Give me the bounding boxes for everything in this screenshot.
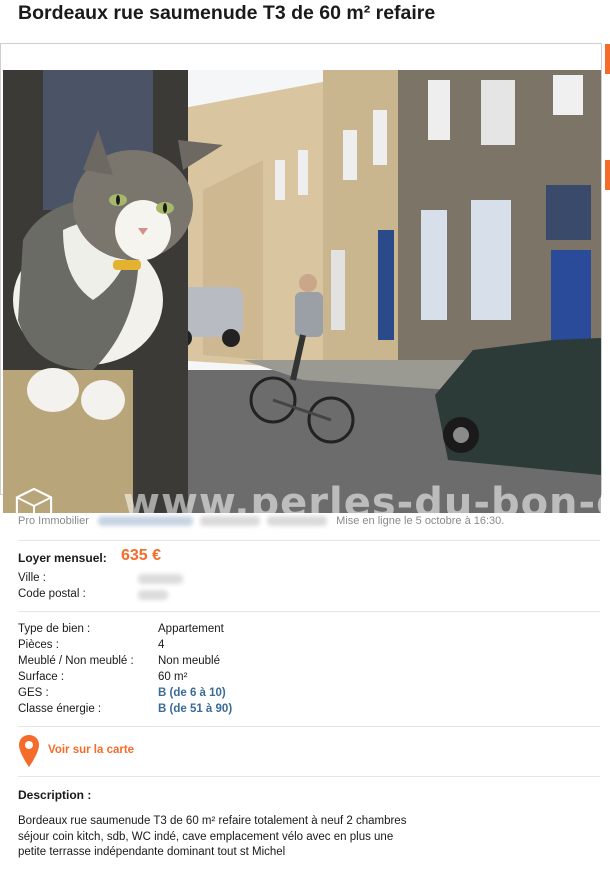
- ad-title: Bordeaux rue saumenude T3 de 60 m² refai…: [18, 2, 436, 24]
- city-redacted: [138, 574, 183, 584]
- map-pin-icon[interactable]: [18, 734, 40, 768]
- seller-type: Pro Immobilier: [18, 515, 89, 527]
- detail-label: GES :: [18, 687, 49, 699]
- seller-phone-redacted: [267, 516, 328, 527]
- price-value: 635 €: [121, 547, 162, 564]
- lbc-cube-logo-icon: [15, 487, 53, 513]
- divider: [18, 726, 600, 727]
- side-tab-accent-top: [605, 44, 610, 74]
- street-scene-image: [3, 70, 601, 513]
- detail-row: Type de bien : Appartement: [18, 623, 224, 635]
- view-map-link[interactable]: Voir sur la carte: [48, 744, 134, 756]
- divider: [18, 611, 600, 612]
- detail-row: GES : B (de 6 à 10): [18, 687, 226, 699]
- detail-label: Meublé / Non meublé :: [18, 655, 134, 667]
- detail-row: Pièces : 4: [18, 639, 164, 651]
- detail-value: 60 m²: [158, 671, 188, 683]
- detail-label: Type de bien :: [18, 623, 91, 635]
- posted-date: Mise en ligne le 5 octobre à 16:30.: [336, 515, 505, 527]
- detail-label: Classe énergie :: [18, 703, 102, 715]
- listing-meta: Pro Immobilier Mise en ligne le 5 octobr…: [18, 515, 504, 527]
- postal-code-redacted: [138, 590, 168, 600]
- listing-photo[interactable]: www.perles-du-bon-coin.fr: [3, 70, 601, 513]
- postal-code-label: Code postal :: [18, 588, 86, 600]
- detail-row: Meublé / Non meublé : Non meublé: [18, 655, 220, 667]
- description-title: Description :: [18, 788, 92, 802]
- divider: [18, 540, 600, 541]
- detail-row: Classe énergie : B (de 51 à 90): [18, 703, 232, 715]
- detail-value: Non meublé: [158, 655, 221, 667]
- detail-label: Pièces :: [18, 639, 59, 651]
- postal-code-row: Code postal :: [18, 588, 168, 600]
- city-label: Ville :: [18, 572, 46, 584]
- detail-label: Surface :: [18, 671, 65, 683]
- divider: [18, 776, 600, 777]
- detail-row: Surface : 60 m²: [18, 671, 187, 683]
- price-label: Loyer mensuel:: [18, 551, 107, 565]
- detail-value: Appartement: [158, 623, 224, 635]
- side-tab-accent-bottom: [605, 160, 610, 190]
- photo-frame: www.perles-du-bon-coin.fr: [0, 43, 602, 513]
- seller-info-redacted: [200, 516, 261, 527]
- energy-class-link[interactable]: B (de 51 à 90): [158, 703, 232, 715]
- description-text: Bordeaux rue saumenude T3 de 60 m² refai…: [18, 815, 407, 858]
- watermark-text: www.perles-du-bon-coin.fr: [123, 480, 601, 513]
- ges-link[interactable]: B (de 6 à 10): [158, 687, 226, 699]
- detail-value: 4: [158, 639, 165, 651]
- city-row: Ville :: [18, 572, 183, 584]
- seller-name-redacted[interactable]: [97, 516, 193, 527]
